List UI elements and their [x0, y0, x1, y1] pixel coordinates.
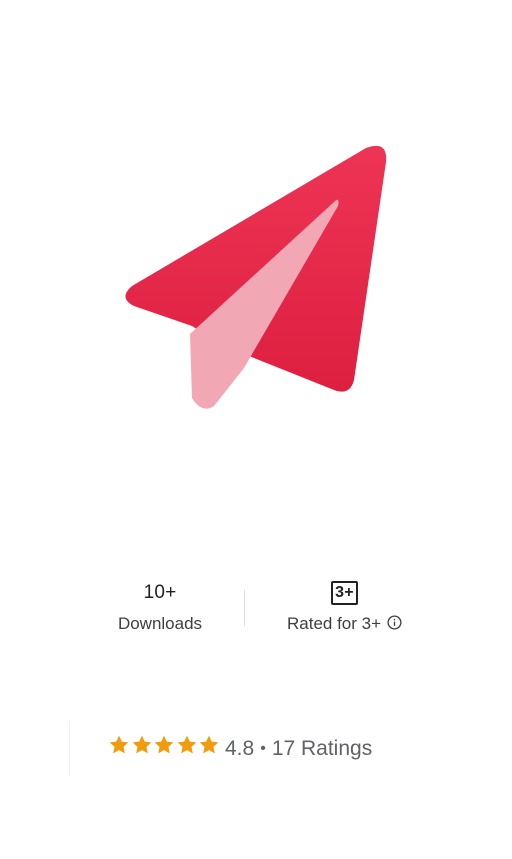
rating-count: 17 Ratings [271, 737, 373, 760]
star-icon [199, 735, 219, 754]
downloads-stat: 10+ Downloads [100, 578, 220, 636]
downloads-label: Downloads [117, 614, 203, 633]
section-rule [69, 722, 70, 776]
rating-summary[interactable]: 4.8 • 17 Ratings [0, 722, 512, 778]
app-icon [118, 140, 394, 416]
info-icon[interactable] [387, 613, 402, 630]
content-rating-label: Rated for 3+ [286, 614, 382, 633]
downloads-count: 10+ [143, 582, 177, 603]
star-icon [177, 735, 196, 754]
star-rating [108, 734, 221, 760]
star-icon [132, 735, 151, 754]
stats-divider [244, 590, 245, 626]
rating-text: 4.8 • 17 Ratings [225, 735, 372, 763]
app-stats: 10+ Downloads 3+ Rated for 3+ [0, 578, 512, 648]
content-rating-badge: 3+ [331, 581, 358, 605]
rating-score: 4.8 [225, 737, 255, 760]
star-icon [154, 735, 174, 754]
content-rating-stat[interactable]: 3+ Rated for 3+ [272, 578, 417, 636]
paper-plane-icon [125, 145, 387, 409]
star-icon [109, 735, 129, 754]
rating-separator: • [260, 740, 266, 757]
